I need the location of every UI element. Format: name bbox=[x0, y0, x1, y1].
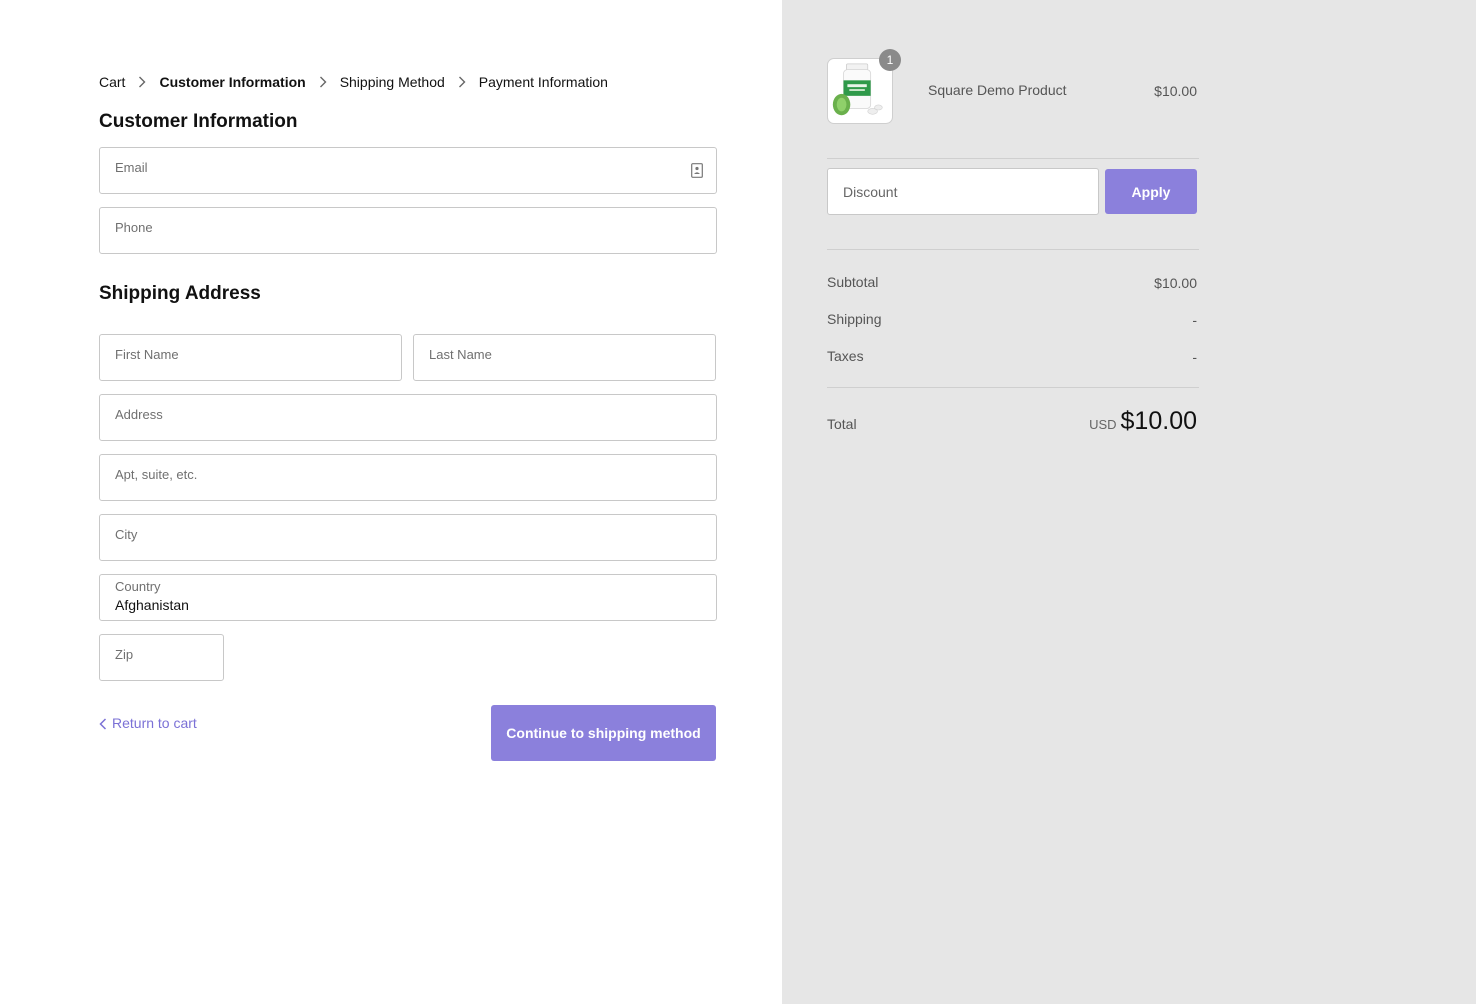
chevron-right-icon bbox=[306, 76, 340, 88]
breadcrumb-cart[interactable]: Cart bbox=[99, 74, 125, 90]
total: USD $10.00 bbox=[1089, 407, 1197, 436]
address-book-icon[interactable] bbox=[691, 163, 703, 178]
country-value: Afghanistan bbox=[115, 597, 189, 613]
email-placeholder: Email bbox=[115, 160, 148, 175]
chevron-right-icon bbox=[125, 76, 159, 88]
email-field[interactable]: Email bbox=[99, 147, 717, 194]
city-field[interactable]: City bbox=[99, 514, 717, 561]
apt-placeholder: Apt, suite, etc. bbox=[115, 467, 198, 482]
breadcrumb-payment-information: Payment Information bbox=[478, 74, 608, 90]
discount-field[interactable]: Discount bbox=[827, 168, 1099, 215]
subtotal-label: Subtotal bbox=[827, 274, 879, 290]
breadcrumb-shipping-method: Shipping Method bbox=[339, 74, 445, 90]
breadcrumb: Cart Customer Information Shipping Metho… bbox=[99, 74, 608, 90]
taxes-value: - bbox=[1192, 349, 1197, 365]
address-placeholder: Address bbox=[115, 407, 163, 422]
total-label: Total bbox=[827, 416, 857, 432]
currency-code: USD bbox=[1089, 417, 1117, 432]
zip-field[interactable]: Zip bbox=[99, 634, 224, 681]
total-value: $10.00 bbox=[1120, 407, 1197, 435]
divider bbox=[827, 387, 1199, 388]
apt-field[interactable]: Apt, suite, etc. bbox=[99, 454, 717, 501]
order-summary-panel: 1 Square Demo Product $10.00 Discount Ap… bbox=[782, 0, 1476, 1004]
apply-discount-button[interactable]: Apply bbox=[1105, 169, 1197, 214]
country-label: Country bbox=[115, 579, 161, 594]
taxes-label: Taxes bbox=[827, 348, 864, 364]
divider bbox=[827, 249, 1199, 250]
address-field[interactable]: Address bbox=[99, 394, 717, 441]
phone-field[interactable]: Phone bbox=[99, 207, 717, 254]
zip-placeholder: Zip bbox=[115, 647, 134, 662]
continue-to-shipping-button[interactable]: Continue to shipping method bbox=[491, 705, 716, 761]
shipping-label: Shipping bbox=[827, 311, 882, 327]
customer-information-title: Customer Information bbox=[99, 111, 298, 132]
last-name-placeholder: Last Name bbox=[429, 347, 492, 362]
return-to-cart-link[interactable]: Return to cart bbox=[99, 715, 197, 731]
subtotal-value: $10.00 bbox=[1154, 275, 1197, 291]
first-name-field[interactable]: First Name bbox=[99, 334, 402, 381]
return-to-cart-label: Return to cart bbox=[112, 715, 197, 731]
last-name-field[interactable]: Last Name bbox=[413, 334, 716, 381]
product-price: $10.00 bbox=[1154, 83, 1197, 99]
shipping-value: - bbox=[1192, 312, 1197, 328]
country-select[interactable]: Country Afghanistan bbox=[99, 574, 717, 621]
quantity-badge: 1 bbox=[879, 49, 901, 71]
phone-placeholder: Phone bbox=[115, 220, 153, 235]
divider bbox=[827, 158, 1199, 159]
chevron-left-icon bbox=[99, 717, 107, 730]
shipping-address-title: Shipping Address bbox=[99, 283, 261, 304]
product-name: Square Demo Product bbox=[928, 82, 1067, 98]
breadcrumb-customer-information: Customer Information bbox=[159, 74, 306, 90]
first-name-placeholder: First Name bbox=[115, 347, 179, 362]
discount-placeholder: Discount bbox=[843, 184, 898, 200]
checkout-form-panel: Cart Customer Information Shipping Metho… bbox=[0, 0, 782, 1004]
city-placeholder: City bbox=[115, 527, 138, 542]
chevron-right-icon bbox=[445, 76, 479, 88]
